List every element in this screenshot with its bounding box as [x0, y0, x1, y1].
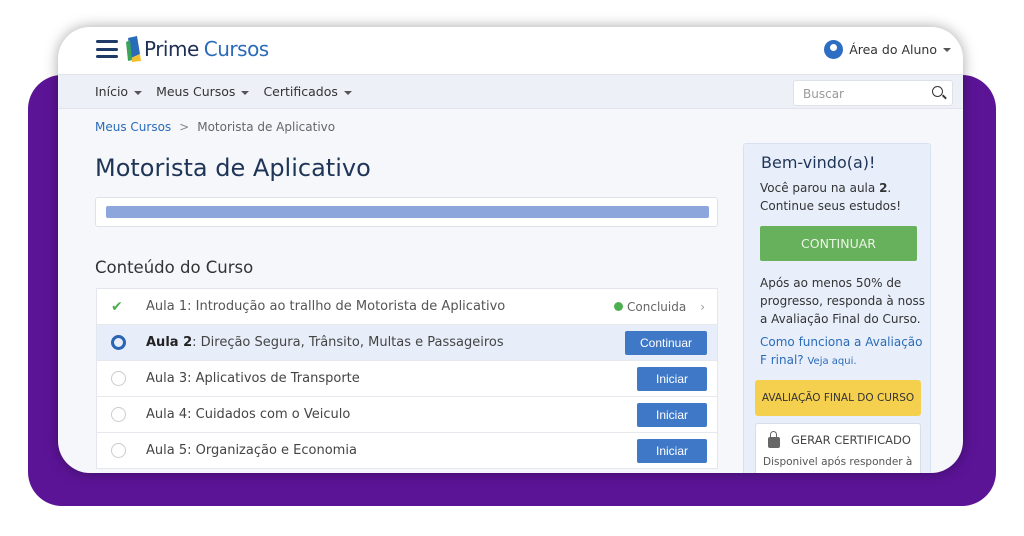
start-lesson-button[interactable]: Iniciar: [637, 402, 707, 427]
start-lesson-button[interactable]: Iniciar: [637, 366, 707, 391]
status-badge: Concluida ›: [614, 300, 705, 314]
start-lesson-button[interactable]: Iniciar: [637, 438, 707, 463]
certificate-box: GERAR CERTIFICADO Disponivel após respond…: [755, 423, 921, 473]
continue-lesson-button[interactable]: Continuar: [625, 330, 707, 355]
browser-window: Prime Cursos Área do Aluno Início Meus Cu…: [58, 27, 963, 473]
check-icon: ✔: [111, 298, 123, 315]
final-exam-button[interactable]: AVALIAÇÃO FINAL DO CURSO: [755, 380, 921, 416]
lesson-row[interactable]: Aula 5: Organização e Economia Iniciar: [97, 433, 717, 469]
logo[interactable]: Prime Cursos: [126, 36, 269, 62]
progress-fill: [106, 206, 709, 218]
lesson-list: ✔ Aula 1: Introdução ao trallho de Motori…: [96, 288, 718, 469]
lesson-row[interactable]: ✔ Aula 1: Introdução ao trallho de Motori…: [97, 289, 717, 325]
nav-bar: Início Meus Cursos Certificados Buscar: [58, 74, 963, 109]
page-title: Motorista de Aplicativo: [95, 154, 371, 182]
caret-down-icon: [943, 47, 951, 52]
nav-certificados[interactable]: Certificados: [263, 84, 352, 99]
radio-icon: [111, 443, 126, 458]
lesson-row[interactable]: Aula 3: Aplicativos de Transporte Iniciar: [97, 361, 717, 397]
breadcrumb: Meus Cursos > Motorista de Aplicativo: [95, 120, 336, 134]
welcome-sidebar: Bem-vindo(a)! Você parou na aula 2. Cont…: [743, 143, 931, 473]
menu-icon[interactable]: [96, 40, 118, 58]
lock-icon: [768, 431, 780, 448]
how-it-works-link[interactable]: Como funciona a Avaliação F rinal? Veja …: [760, 333, 930, 371]
resume-text: Você parou na aula 2. Continue seus estu…: [760, 181, 902, 213]
radio-icon: [111, 407, 126, 422]
chevron-right-icon: ›: [700, 299, 705, 314]
lesson-row[interactable]: Aula 4: Cuidados com o Veiculo Iniciar: [97, 397, 717, 433]
logo-icon: [126, 36, 141, 62]
user-menu[interactable]: Área do Aluno: [824, 40, 951, 59]
search-input[interactable]: Buscar: [793, 80, 953, 106]
check-circle-icon: [614, 302, 624, 311]
radio-icon: [111, 371, 126, 386]
nav-meus-cursos[interactable]: Meus Cursos: [156, 84, 250, 99]
radio-icon: [111, 335, 126, 350]
breadcrumb-parent[interactable]: Meus Cursos: [95, 120, 171, 134]
lesson-row[interactable]: Aula 2: Direção Segura, Trânsito, Multas…: [97, 325, 717, 361]
content-title: Conteúdo do Curso: [95, 258, 254, 277]
nav-inicio[interactable]: Início: [95, 84, 143, 99]
continue-button[interactable]: CONTINUAR: [760, 226, 917, 261]
top-header: Prime Cursos Área do Aluno: [58, 27, 963, 74]
user-icon: [824, 40, 844, 59]
search-icon[interactable]: [932, 86, 943, 97]
progress-bar: [95, 197, 718, 227]
